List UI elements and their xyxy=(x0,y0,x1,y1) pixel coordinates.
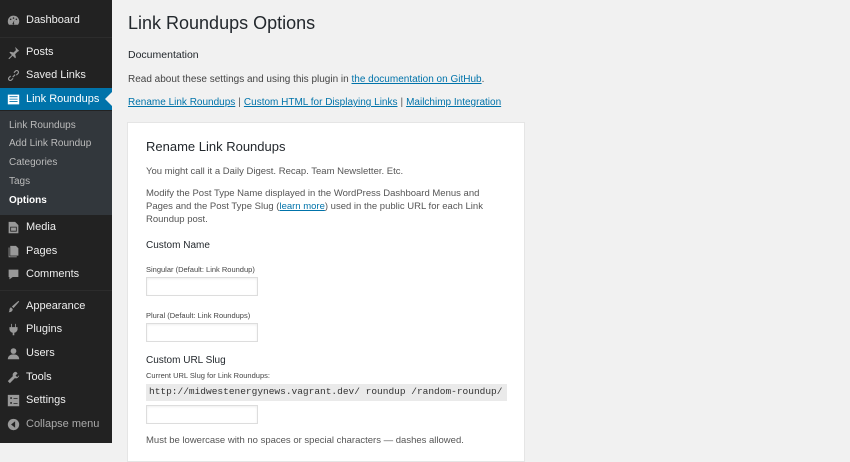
menu-posts-label: Posts xyxy=(26,46,54,58)
paintbrush-icon xyxy=(7,300,20,313)
github-docs-link[interactable]: the documentation on GitHub xyxy=(352,74,482,85)
menu-separator xyxy=(0,37,112,38)
submenu-options[interactable]: Options xyxy=(9,195,47,206)
submenu-link-roundups[interactable]: Link Roundups xyxy=(9,120,76,131)
menu-tools-label: Tools xyxy=(26,371,52,383)
singular-name-input[interactable] xyxy=(146,277,258,296)
menu-plugins[interactable]: Plugins xyxy=(0,318,112,340)
menu-link-roundups[interactable]: Link Roundups xyxy=(0,88,112,110)
menu-link-roundups-label: Link Roundups xyxy=(26,93,100,105)
submenu-add-link-roundup[interactable]: Add Link Roundup xyxy=(9,138,91,149)
user-icon xyxy=(7,347,20,360)
menu-dashboard-label: Dashboard xyxy=(26,14,80,26)
menu-users-label: Users xyxy=(26,347,55,359)
menu-media[interactable]: Media xyxy=(0,216,112,238)
menu-settings-label: Settings xyxy=(26,394,66,406)
link-separator: | xyxy=(400,97,404,108)
pages-icon xyxy=(7,245,20,258)
menu-saved-links[interactable]: Saved Links xyxy=(0,64,112,86)
menu-pages[interactable]: Pages xyxy=(0,240,112,262)
menu-comments-label: Comments xyxy=(26,268,80,280)
menu-dashboard[interactable]: Dashboard xyxy=(0,9,112,31)
card-title: Rename Link Roundups xyxy=(146,139,286,154)
collapse-arrow-icon xyxy=(7,418,20,431)
submenu-categories[interactable]: Categories xyxy=(9,157,57,168)
menu-pages-label: Pages xyxy=(26,245,58,257)
menu-appearance[interactable]: Appearance xyxy=(0,295,112,317)
menu-posts[interactable]: Posts xyxy=(0,41,112,63)
link-roundups-submenu: Link Roundups Add Link Roundup Categorie… xyxy=(0,111,112,215)
rename-link-roundups-link[interactable]: Rename Link Roundups xyxy=(128,97,235,108)
plural-label: Plural (Default: Link Roundups) xyxy=(146,311,251,320)
documentation-end: . xyxy=(481,74,485,85)
menu-users[interactable]: Users xyxy=(0,342,112,364)
list-icon xyxy=(7,93,20,106)
url-slug-input[interactable] xyxy=(146,405,258,424)
card-intro: You might call it a Daily Digest. Recap.… xyxy=(146,166,404,177)
page-title: Link Roundups Options xyxy=(128,13,316,33)
documentation-heading: Documentation xyxy=(128,49,199,61)
menu-appearance-label: Appearance xyxy=(26,300,86,312)
custom-html-link[interactable]: Custom HTML for Displaying Links xyxy=(244,97,398,108)
slug-note: Must be lowercase with no spaces or spec… xyxy=(146,435,464,446)
admin-sidebar: Dashboard Posts Saved Links Link Roundup… xyxy=(0,0,112,443)
menu-plugins-label: Plugins xyxy=(26,323,63,335)
documentation-text: Read about these settings and using this… xyxy=(128,74,484,85)
settings-icon xyxy=(7,394,20,407)
media-icon xyxy=(7,221,20,234)
collapse-menu-button[interactable]: Collapse menu xyxy=(0,413,112,435)
menu-saved-links-label: Saved Links xyxy=(26,69,86,81)
plug-icon xyxy=(7,323,20,336)
link-separator: | xyxy=(238,97,241,108)
custom-url-slug-label: Custom URL Slug xyxy=(146,355,226,366)
current-url-slug-label: Current URL Slug for Link Roundups: xyxy=(146,371,270,380)
singular-label: Singular (Default: Link Roundup) xyxy=(146,265,255,274)
menu-settings[interactable]: Settings xyxy=(0,389,112,411)
section-quick-links: Rename Link Roundups | Custom HTML for Dis… xyxy=(128,97,501,108)
comment-icon xyxy=(7,268,20,281)
documentation-intro: Read about these settings and using this… xyxy=(128,74,352,85)
mailchimp-integration-link[interactable]: Mailchimp Integration xyxy=(406,97,501,108)
plural-name-input[interactable] xyxy=(146,323,258,342)
current-url-slug: http://midwestenergynews.vagrant.dev/ ro… xyxy=(146,384,507,401)
card-description: Modify the Post Type Name displayed in t… xyxy=(146,187,508,226)
menu-separator xyxy=(0,290,112,291)
menu-comments[interactable]: Comments xyxy=(0,263,112,285)
wrench-icon xyxy=(7,371,20,384)
pushpin-icon xyxy=(7,46,20,59)
collapse-menu-label: Collapse menu xyxy=(26,418,100,430)
menu-media-label: Media xyxy=(26,221,56,233)
menu-tools[interactable]: Tools xyxy=(0,366,112,388)
link-icon xyxy=(7,69,20,82)
learn-more-link[interactable]: learn more xyxy=(279,201,324,212)
submenu-tags[interactable]: Tags xyxy=(9,176,30,187)
dashboard-icon xyxy=(7,14,20,27)
custom-name-label: Custom Name xyxy=(146,240,210,251)
